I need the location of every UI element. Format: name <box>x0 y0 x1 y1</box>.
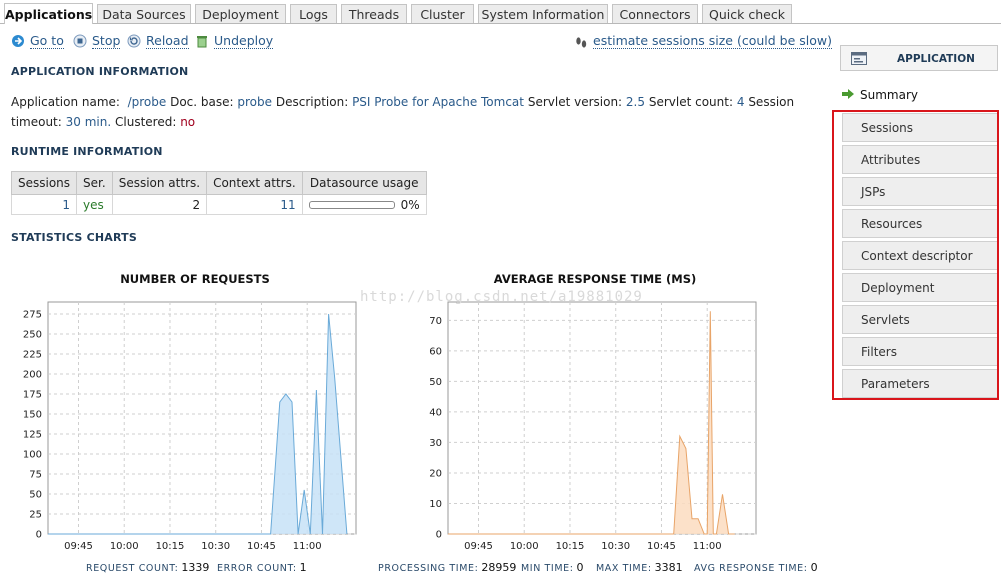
error-count-stat: ERROR COUNT: 1 <box>217 561 307 574</box>
goto-link[interactable]: Go to <box>11 33 64 53</box>
y-tick-label: 0 <box>436 530 442 541</box>
reload-icon <box>127 34 141 47</box>
col-context-attrs: Context attrs. <box>206 171 303 195</box>
stop-icon <box>73 34 87 47</box>
x-tick-label: 10:15 <box>156 541 185 552</box>
plot-area <box>47 301 357 535</box>
tab-data-sources[interactable]: Data Sources <box>97 4 191 23</box>
footprints-icon <box>576 36 587 48</box>
app-info-title: APPLICATION INFORMATION <box>11 65 189 78</box>
goto-icon <box>12 34 24 47</box>
usage-percent: 0% <box>400 197 420 212</box>
response-time-chart: 0 10 20 30 40 50 60 70 09:45 10:00 10:15 10:30 10:45… <box>429 301 757 552</box>
tab-quick-check[interactable]: Quick check <box>702 4 792 23</box>
x-tick-label: 10:00 <box>510 541 539 552</box>
session-attrs-count: 2 <box>111 194 208 215</box>
y-tick-label: 200 <box>23 370 42 381</box>
max-time-stat: MAX TIME: 3381 <box>596 561 683 574</box>
highlight-box <box>832 110 999 400</box>
stop-link[interactable]: Stop <box>73 33 121 53</box>
tab-system-information[interactable]: System Information <box>478 4 608 23</box>
y-tick-label: 50 <box>29 490 42 501</box>
y-tick-label: 100 <box>23 450 42 461</box>
tab-logs[interactable]: Logs <box>290 4 337 23</box>
menu-summary[interactable]: Summary <box>842 86 918 104</box>
y-tick-label: 60 <box>429 346 442 357</box>
undeploy-link[interactable]: Undeploy <box>195 33 274 53</box>
x-tick-label: 10:30 <box>201 541 230 552</box>
processing-time-stat: PROCESSING TIME: 28959 <box>378 561 517 574</box>
tab-threads[interactable]: Threads <box>341 4 407 23</box>
reload-link[interactable]: Reload <box>127 33 189 53</box>
usage-bar <box>308 201 395 209</box>
tab-cluster[interactable]: Cluster <box>411 4 474 23</box>
col-session-attrs: Session attrs. <box>111 171 208 195</box>
servlet-version-value: 2.5 <box>625 95 646 109</box>
y-tick-label: 150 <box>23 410 42 421</box>
y-tick-label: 275 <box>23 310 42 321</box>
x-tick-label: 11:00 <box>693 541 722 552</box>
x-tick-label: 10:00 <box>110 541 139 552</box>
session-timeout-value: 30 min. <box>65 115 112 129</box>
avg-response-time-stat: AVG RESPONSE TIME: 0 <box>694 561 818 574</box>
y-tick-label: 175 <box>23 390 42 401</box>
y-tick-label: 0 <box>36 530 42 541</box>
x-tick-label: 11:00 <box>293 541 322 552</box>
application-icon <box>851 52 867 65</box>
y-tick-label: 70 <box>429 316 442 327</box>
y-tick-label: 25 <box>29 510 42 521</box>
x-tick-label: 10:45 <box>647 541 676 552</box>
runtime-info-title: RUNTIME INFORMATION <box>11 145 163 158</box>
y-tick-label: 40 <box>429 407 442 418</box>
application-menu-header: APPLICATION <box>840 45 998 71</box>
response-chart-title: AVERAGE RESPONSE TIME (MS) <box>493 272 697 286</box>
stats-title: STATISTICS CHARTS <box>11 231 137 244</box>
watermark: http://blog.csdn.net/a19881029 <box>360 289 643 305</box>
estimate-sessions-link[interactable]: estimate sessions size (could be slow) <box>574 33 832 49</box>
y-tick-label: 250 <box>23 330 42 341</box>
tab-connectors[interactable]: Connectors <box>612 4 698 23</box>
tab-bar: Applications Data Sources Deployment Log… <box>0 0 1001 24</box>
y-tick-label: 50 <box>429 377 442 388</box>
clustered-value: no <box>180 115 196 129</box>
request-count-stat: REQUEST COUNT: 1339 <box>86 561 210 574</box>
y-tick-label: 225 <box>23 350 42 361</box>
x-tick-label: 09:45 <box>464 541 493 552</box>
x-tick-label: 10:15 <box>556 541 585 552</box>
requests-chart: 0 25 50 75 100 125 150 175 200 225 250 275 09:45 10:0… <box>23 301 357 552</box>
y-tick-label: 10 <box>429 499 442 510</box>
description-value: PSI Probe for Apache Tomcat <box>352 95 524 109</box>
docbase-value: probe <box>237 95 273 109</box>
serializable-value: yes <box>76 194 113 215</box>
app-info-text: Application name: /probe Doc. base: prob… <box>11 95 795 129</box>
x-tick-label: 09:45 <box>64 541 93 552</box>
col-ser: Ser. <box>76 171 113 195</box>
y-tick-label: 30 <box>429 438 442 449</box>
col-datasource-usage: Datasource usage <box>301 171 427 195</box>
x-tick-label: 10:45 <box>247 541 276 552</box>
arrow-right-icon <box>842 89 854 99</box>
col-sessions: Sessions <box>10 171 78 195</box>
runtime-table: Sessions Ser. Session attrs. Context att… <box>10 171 427 215</box>
app-name-value: /probe <box>127 95 167 109</box>
table-row: 1 yes 2 11 0% <box>10 194 427 215</box>
y-tick-label: 20 <box>429 468 442 479</box>
tab-applications[interactable]: Applications <box>4 3 93 24</box>
context-attrs-count[interactable]: 11 <box>206 194 303 215</box>
x-tick-label: 10:30 <box>601 541 630 552</box>
tab-deployment[interactable]: Deployment <box>195 4 286 23</box>
y-tick-label: 75 <box>29 470 42 481</box>
datasource-usage-cell: 0% <box>301 194 427 215</box>
servlet-count-value: 4 <box>736 95 745 109</box>
min-time-stat: MIN TIME: 0 <box>521 561 584 574</box>
y-tick-label: 125 <box>23 430 42 441</box>
sessions-count[interactable]: 1 <box>10 194 78 215</box>
trash-icon <box>197 35 207 47</box>
requests-chart-title: NUMBER OF REQUESTS <box>120 272 270 286</box>
